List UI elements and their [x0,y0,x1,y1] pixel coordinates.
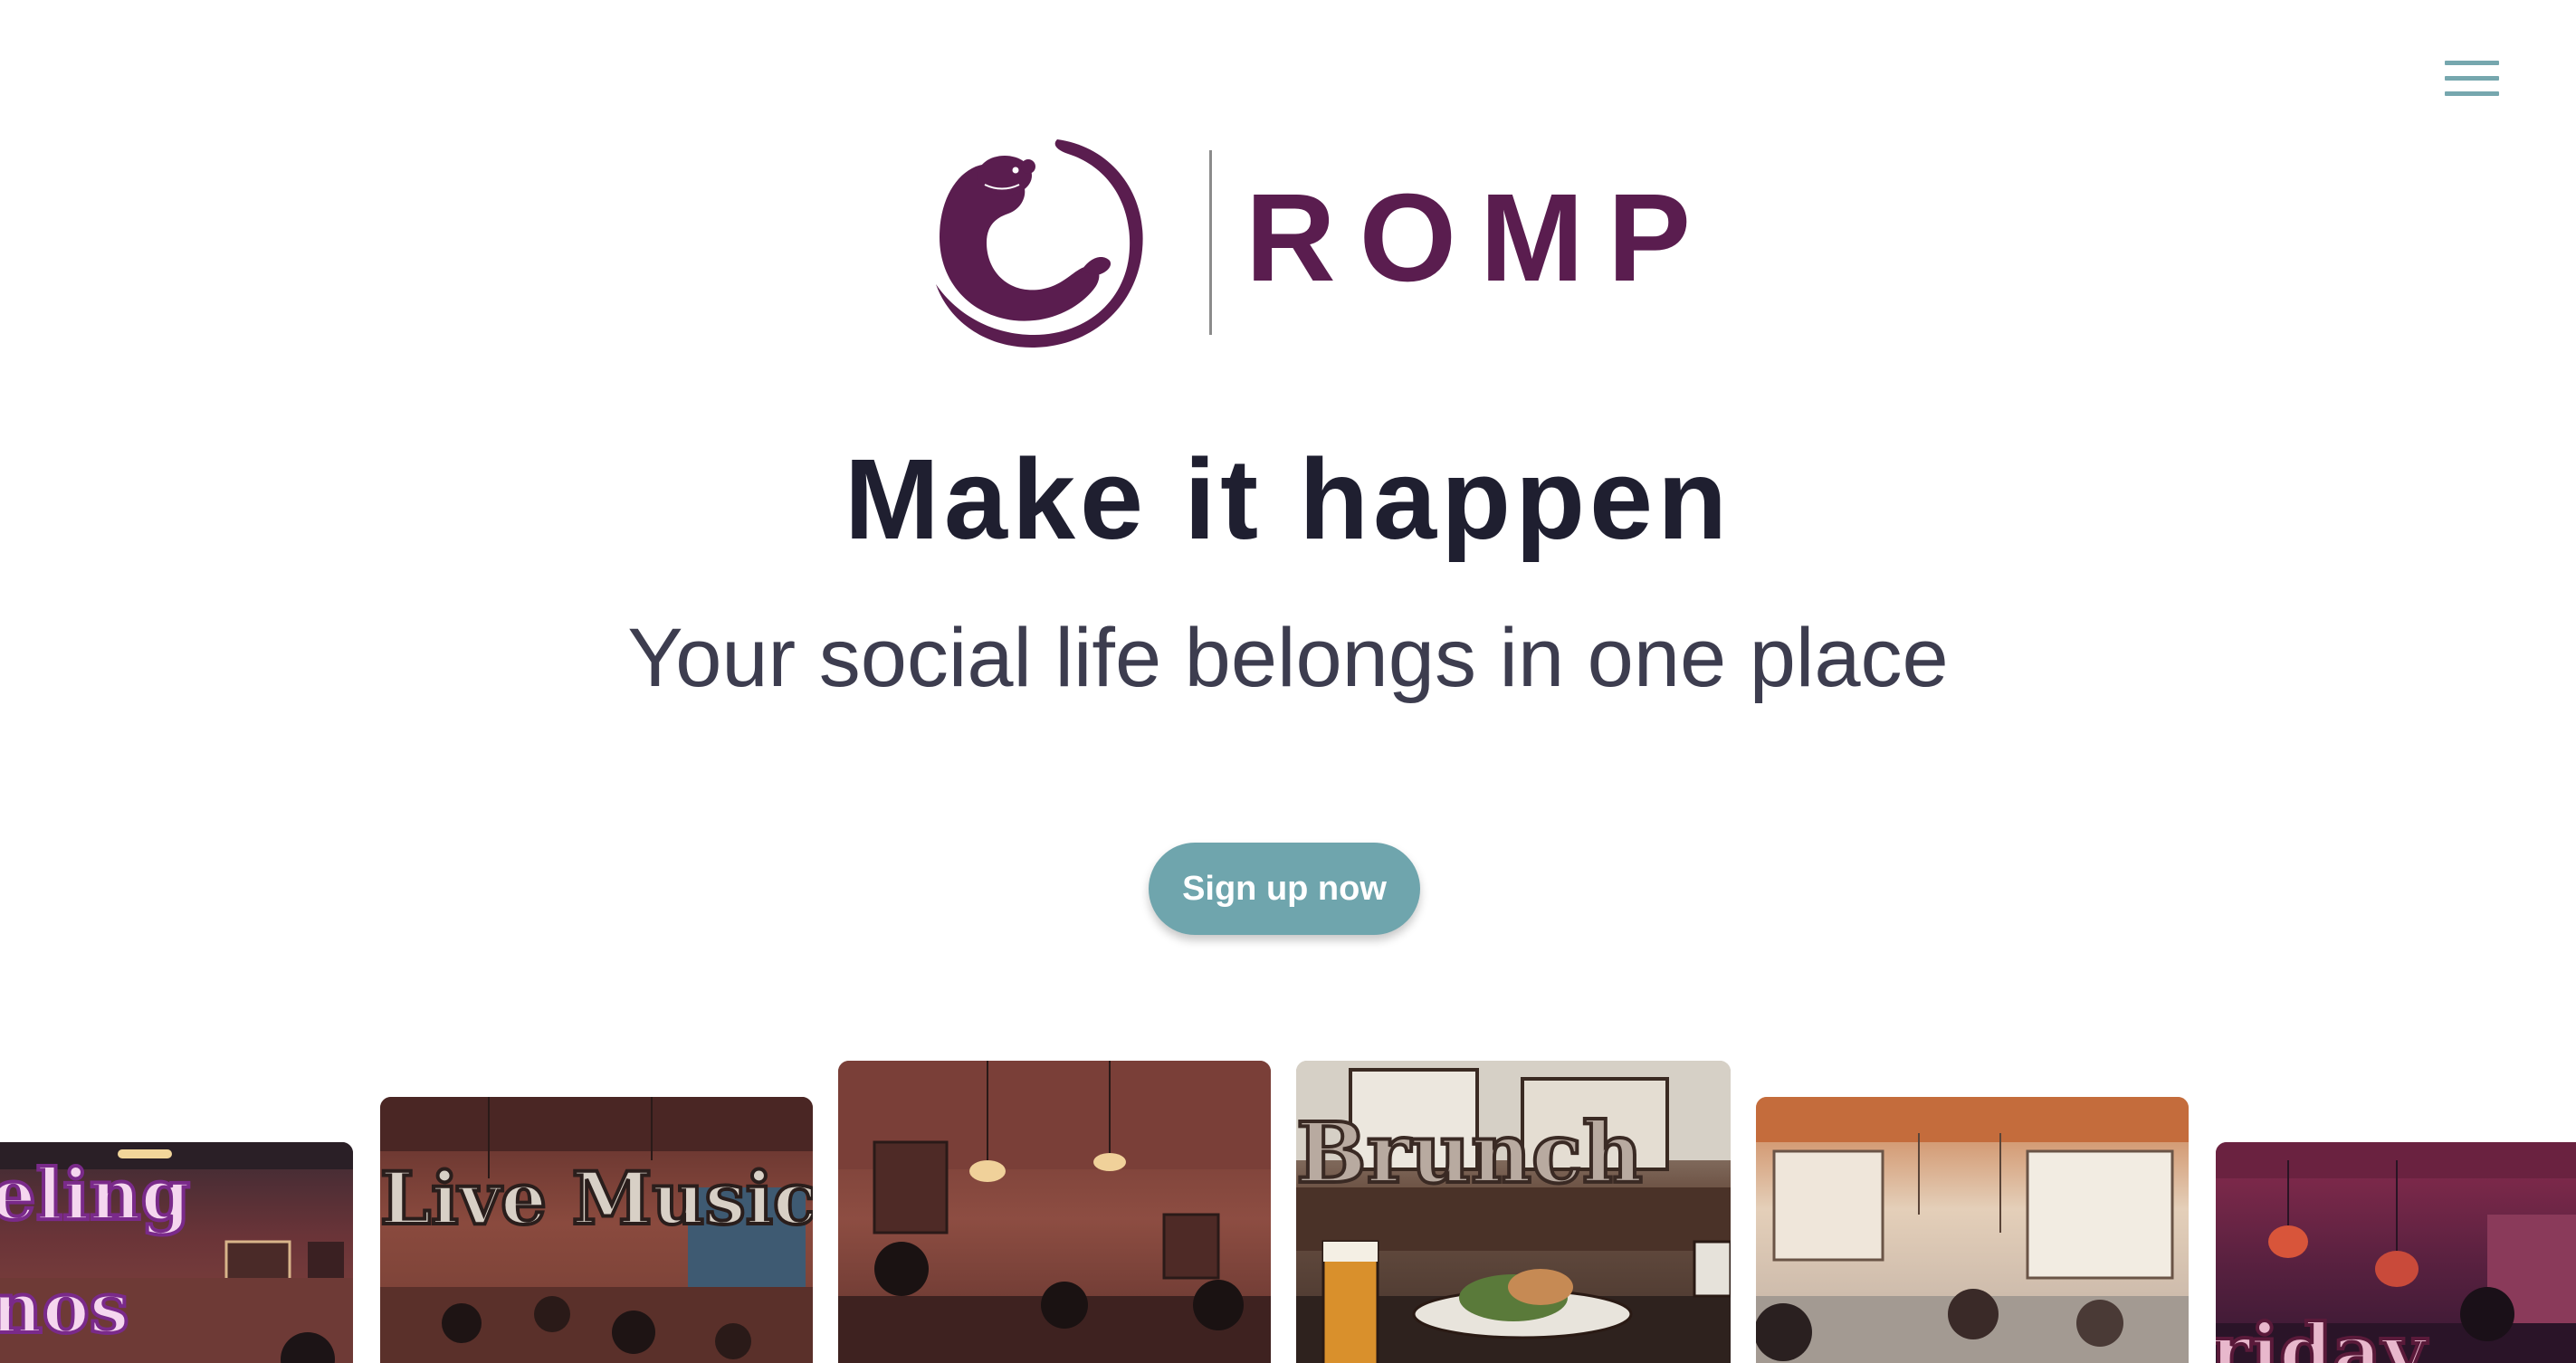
event-card-dueling-pianos[interactable]: eling nos [0,1142,353,1363]
event-card-live-music[interactable]: Live Music [380,1097,813,1363]
card-title: riday [2216,1307,2428,1363]
card-illustration [838,1061,1271,1363]
card-title: Live Music [380,1156,813,1241]
card-illustration [1756,1097,2189,1363]
otter-logo-icon [936,139,1143,348]
card-title: eling [0,1154,192,1236]
event-card-brunch[interactable]: Brunch [1296,1061,1731,1363]
event-card-cafe[interactable] [1756,1097,2189,1363]
hero-subheadline: Your social life belongs in one place [627,612,1949,704]
event-card-band[interactable] [838,1061,1271,1363]
brand-wordmark: ROMP [1245,168,1714,308]
hero-headline: Make it happen [844,435,1732,563]
landing-page: ROMP Make it happen Your social life bel… [0,0,2576,1363]
hamburger-menu-icon[interactable] [2441,56,2504,101]
card-title: nos [0,1267,131,1349]
sign-up-button[interactable]: Sign up now [1149,843,1420,935]
logo-divider [1209,150,1212,335]
card-title: Brunch [1296,1104,1645,1202]
event-card-friday[interactable]: riday [2216,1142,2576,1363]
